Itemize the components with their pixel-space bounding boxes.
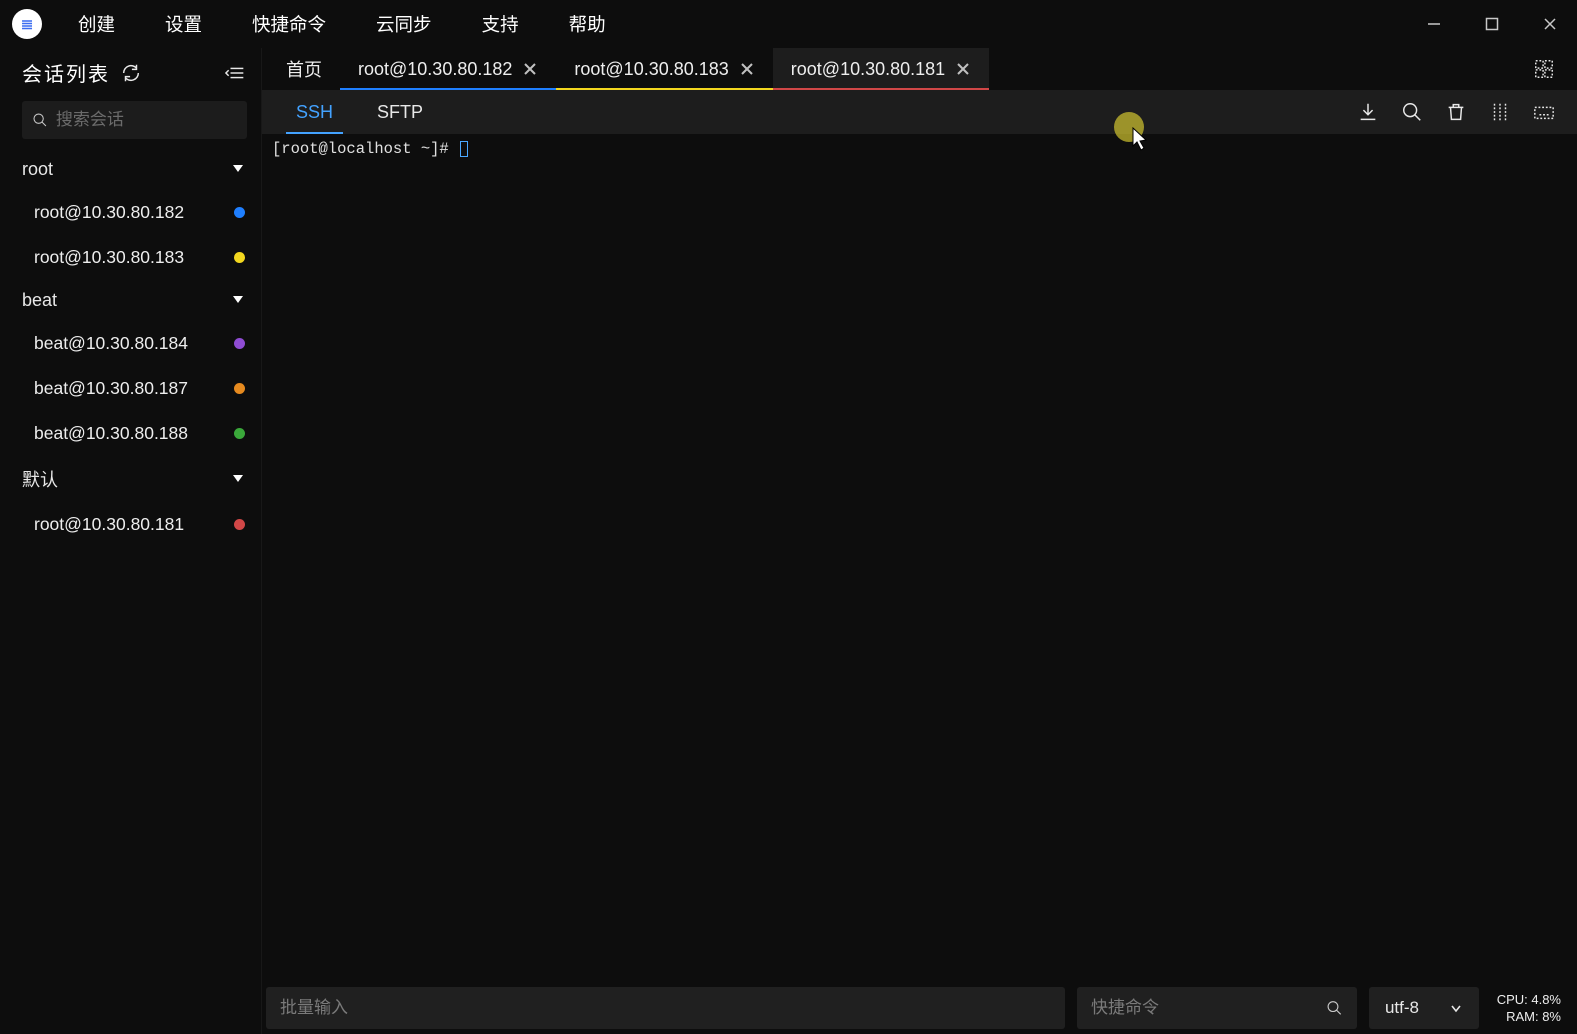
status-dot [234,428,245,439]
close-icon[interactable] [522,61,538,77]
download-icon[interactable] [1357,101,1379,123]
encoding-label: utf-8 [1385,998,1419,1018]
subtab-sftp-label: SFTP [377,102,423,123]
ram-stat: RAM: 8% [1506,1009,1561,1024]
bottom-bar: utf-8 CPU: 4.8% RAM: 8% [262,982,1577,1034]
tab-label: root@10.30.80.183 [574,59,728,80]
status-dot [234,338,245,349]
status-dot [234,383,245,394]
session-tree: root root@10.30.80.182 root@10.30.80.183 be… [0,149,261,557]
sub-tab-bar: SSH SFTP [262,90,1577,134]
subtab-ssh-label: SSH [296,102,333,123]
chevron-down-icon [231,469,245,490]
system-stats: CPU: 4.8% RAM: 8% [1491,992,1561,1024]
batch-input-box[interactable] [266,987,1065,1029]
tab-label: 首页 [286,56,322,82]
main-menu: 创建 设置 快捷命令 云同步 支持 帮助 [78,11,606,37]
app-logo: ≣ [12,9,42,39]
sidebar-header: 会话列表 [0,48,261,95]
encoding-select[interactable]: utf-8 [1369,987,1479,1029]
sidebar: 会话列表 root root@10.30.80.182 root@10.30.80.… [0,48,262,1034]
search-icon [32,111,48,129]
session-item[interactable]: root@10.30.80.182 [0,190,261,235]
main-area: 首页 root@10.30.80.182 root@10.30.80.183 root… [262,48,1577,1034]
menu-item[interactable]: 云同步 [376,11,432,37]
chevron-down-icon [231,290,245,311]
session-group[interactable]: root [0,149,261,190]
status-dot [234,252,245,263]
tab-label: root@10.30.80.181 [791,59,945,80]
session-item[interactable]: root@10.30.80.181 [0,502,261,547]
session-label: root@10.30.80.182 [34,202,184,223]
terminal-view[interactable]: [root@localhost ~]# [262,134,1577,982]
status-dot [234,519,245,530]
group-label: 默认 [22,466,58,492]
maximize-button[interactable] [1473,9,1511,39]
session-label: beat@10.30.80.184 [34,333,188,354]
session-label: beat@10.30.80.187 [34,378,188,399]
group-label: root [22,159,53,180]
batch-input[interactable] [280,998,1051,1018]
session-item[interactable]: beat@10.30.80.187 [0,366,261,411]
menu-item[interactable]: 支持 [482,11,519,37]
group-label: beat [22,290,57,311]
session-item[interactable]: beat@10.30.80.184 [0,321,261,366]
keyboard-icon[interactable] [1533,101,1555,123]
chevron-down-icon [231,159,245,180]
close-button[interactable] [1531,9,1569,39]
session-group[interactable]: 默认 [0,456,261,502]
session-item[interactable]: beat@10.30.80.188 [0,411,261,456]
quick-command-input[interactable] [1091,998,1326,1018]
menu-item[interactable]: 快捷命令 [252,11,326,37]
refresh-icon[interactable] [120,62,142,84]
session-label: beat@10.30.80.188 [34,423,188,444]
window-controls [1415,9,1569,39]
close-icon[interactable] [739,61,755,77]
minimize-button[interactable] [1415,9,1453,39]
columns-icon[interactable] [1489,101,1511,123]
terminal-prompt: [root@localhost ~]# [272,140,458,158]
tab[interactable]: root@10.30.80.181 [773,48,989,90]
sidebar-title: 会话列表 [22,58,110,87]
split-layout-icon[interactable] [1533,48,1555,90]
session-group[interactable]: beat [0,280,261,321]
menu-item[interactable]: 帮助 [569,11,606,37]
session-label: root@10.30.80.181 [34,514,184,535]
tab[interactable]: root@10.30.80.182 [340,48,556,90]
session-item[interactable]: root@10.30.80.183 [0,235,261,280]
subtab-sftp[interactable]: SFTP [355,90,445,134]
close-icon[interactable] [955,61,971,77]
terminal-cursor [460,141,468,157]
sidebar-search-input[interactable] [56,110,237,130]
session-label: root@10.30.80.183 [34,247,184,268]
trash-icon[interactable] [1445,101,1467,123]
menu-item[interactable]: 设置 [165,11,202,37]
chevron-down-icon [1449,1001,1463,1015]
status-dot [234,207,245,218]
tab[interactable]: 首页 [268,48,340,90]
menu-item[interactable]: 创建 [78,11,115,37]
quick-command-box[interactable] [1077,987,1357,1029]
search-icon [1326,999,1343,1017]
tab-label: root@10.30.80.182 [358,59,512,80]
subtab-ssh[interactable]: SSH [274,90,355,134]
terminal-tools [1357,101,1577,123]
sidebar-search-box[interactable] [22,101,247,139]
cpu-stat: CPU: 4.8% [1497,992,1561,1007]
tab-bar: 首页 root@10.30.80.182 root@10.30.80.183 root… [262,48,1577,90]
titlebar: ≣ 创建 设置 快捷命令 云同步 支持 帮助 [0,0,1577,48]
tab[interactable]: root@10.30.80.183 [556,48,772,90]
collapse-sidebar-icon[interactable] [225,62,247,84]
search-terminal-icon[interactable] [1401,101,1423,123]
